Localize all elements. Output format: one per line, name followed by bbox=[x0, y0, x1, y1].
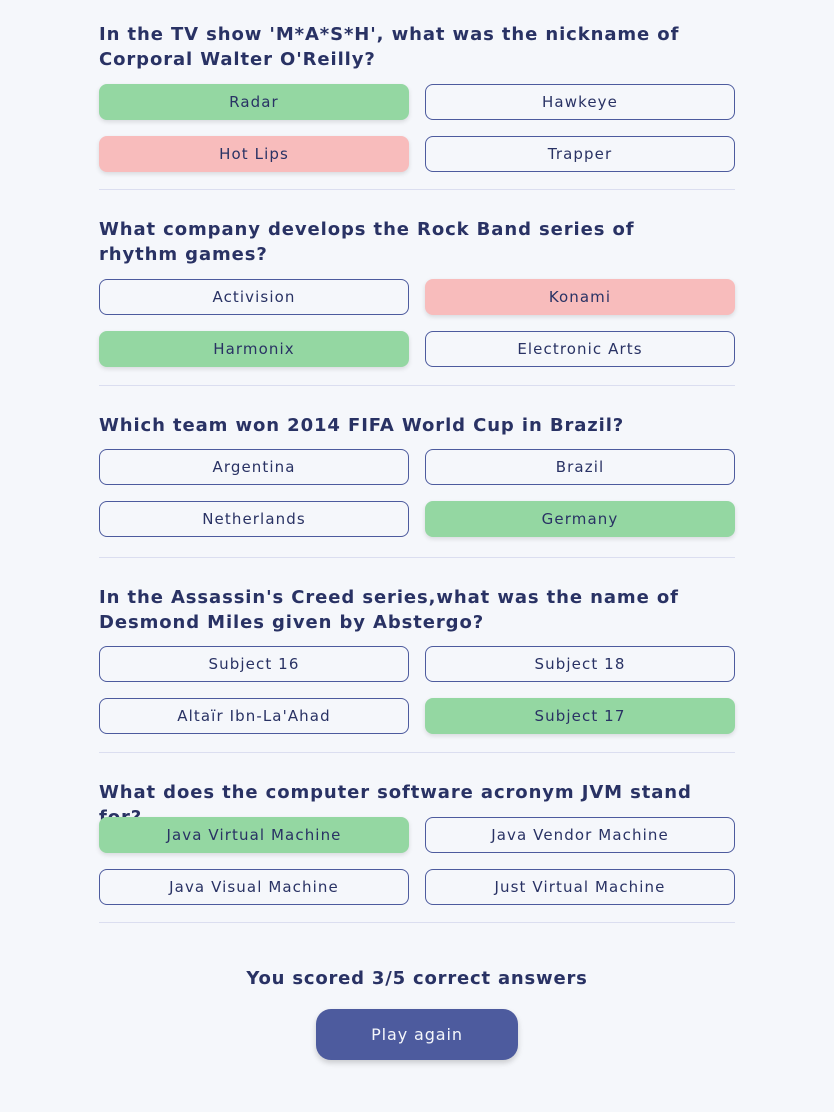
question-text: In the Assassin's Creed series,what was … bbox=[99, 587, 679, 633]
question-text: What company develops the Rock Band seri… bbox=[99, 219, 635, 265]
answer-option[interactable]: Java Virtual Machine bbox=[99, 817, 409, 853]
question-block: What company develops the Rock Band seri… bbox=[99, 189, 735, 386]
answer-option[interactable]: Subject 17 bbox=[425, 698, 735, 734]
answer-option[interactable]: Harmonix bbox=[99, 331, 409, 367]
answer-option[interactable]: Konami bbox=[425, 279, 735, 315]
answer-options: Java Virtual Machine Java Vendor Machine… bbox=[99, 817, 735, 905]
answer-option[interactable]: Java Visual Machine bbox=[99, 869, 409, 905]
question-text: In the TV show 'M*A*S*H', what was the n… bbox=[99, 24, 680, 70]
results-footer: You scored 3/5 correct answers bbox=[0, 966, 834, 992]
answer-option[interactable]: Hawkeye bbox=[425, 84, 735, 120]
answer-option[interactable]: Netherlands bbox=[99, 501, 409, 537]
question-text: Which team won 2014 FIFA World Cup in Br… bbox=[99, 415, 625, 436]
answer-option[interactable]: Hot Lips bbox=[99, 136, 409, 172]
answer-options: Activision Konami Harmonix Electronic Ar… bbox=[99, 279, 735, 367]
answer-option[interactable]: Trapper bbox=[425, 136, 735, 172]
answer-option[interactable]: Brazil bbox=[425, 449, 735, 485]
answer-option[interactable]: Argentina bbox=[99, 449, 409, 485]
answer-option[interactable]: Activision bbox=[99, 279, 409, 315]
answer-options: Subject 16 Subject 18 Altaïr Ibn-La'Ahad… bbox=[99, 646, 735, 734]
question-block: What does the computer software acronym … bbox=[99, 752, 735, 923]
question-block: In the TV show 'M*A*S*H', what was the n… bbox=[99, 0, 735, 190]
answer-options: Radar Hawkeye Hot Lips Trapper bbox=[99, 84, 735, 172]
answer-option[interactable]: Subject 16 bbox=[99, 646, 409, 682]
answer-option[interactable]: Just Virtual Machine bbox=[425, 869, 735, 905]
answer-option[interactable]: Subject 18 bbox=[425, 646, 735, 682]
play-again-button[interactable]: Play again bbox=[316, 1009, 518, 1060]
question-block: Which team won 2014 FIFA World Cup in Br… bbox=[99, 385, 735, 558]
answer-option[interactable]: Germany bbox=[425, 501, 735, 537]
answer-option[interactable]: Electronic Arts bbox=[425, 331, 735, 367]
question-block: In the Assassin's Creed series,what was … bbox=[99, 557, 735, 753]
answer-options: Argentina Brazil Netherlands Germany bbox=[99, 449, 735, 537]
score-text: You scored 3/5 correct answers bbox=[246, 968, 588, 989]
answer-option[interactable]: Java Vendor Machine bbox=[425, 817, 735, 853]
answer-option[interactable]: Radar bbox=[99, 84, 409, 120]
answer-option[interactable]: Altaïr Ibn-La'Ahad bbox=[99, 698, 409, 734]
